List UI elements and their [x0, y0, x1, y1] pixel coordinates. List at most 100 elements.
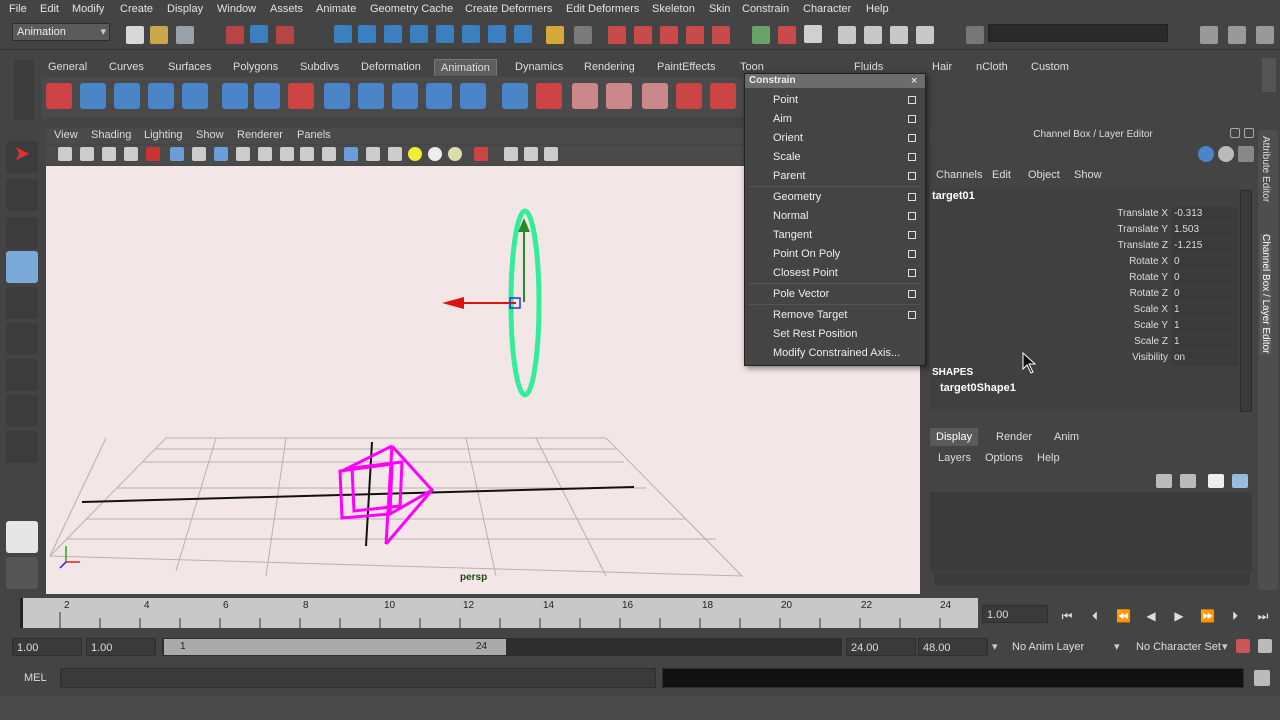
snap-point-icon[interactable]	[660, 26, 678, 44]
xray-icon[interactable]	[504, 147, 518, 161]
menu-item-closest-point[interactable]: Closest Point	[773, 267, 838, 279]
menu-item-set-rest-position[interactable]: Set Rest Position	[773, 328, 857, 340]
single-perspective-layout-icon[interactable]	[6, 521, 38, 553]
face-icon[interactable]	[606, 83, 632, 109]
head-icon[interactable]	[642, 83, 668, 109]
go-to-start-icon[interactable]: ⏮	[1060, 609, 1074, 623]
command-input[interactable]	[60, 668, 656, 688]
menu-file[interactable]: File	[9, 3, 27, 15]
close-panel-icon[interactable]	[1244, 128, 1254, 138]
shelf-tab-surfaces[interactable]: Surfaces	[168, 59, 211, 76]
viewport-menu-shading[interactable]: Shading	[91, 129, 131, 141]
menu-item-modify-constrained-axis[interactable]: Modify Constrained Axis...	[773, 347, 900, 359]
menu-item-scale[interactable]: Scale	[773, 151, 801, 163]
attr-rotate-y-value[interactable]: 0	[1172, 271, 1238, 286]
option-box-icon[interactable]	[908, 231, 916, 239]
wireframe-icon[interactable]	[322, 147, 336, 161]
insert-joint-icon[interactable]	[254, 83, 280, 109]
render-frame-icon[interactable]	[804, 25, 822, 43]
script-editor-icon[interactable]	[1254, 670, 1270, 686]
layer-menu-layers[interactable]: Layers	[938, 452, 971, 464]
universal-manipulator-icon[interactable]	[6, 359, 38, 391]
shelf-tab-deformation[interactable]: Deformation	[361, 59, 421, 76]
channel-menu-object[interactable]: Object	[1028, 169, 1060, 181]
step-forward-key-icon[interactable]: ⏵	[1228, 609, 1242, 623]
menu-item-geometry[interactable]: Geometry	[773, 191, 821, 203]
viewport-menu-panels[interactable]: Panels	[297, 129, 331, 141]
use-all-lights-icon[interactable]	[428, 147, 442, 161]
ik-spline-icon[interactable]	[114, 83, 140, 109]
joint-icon[interactable]	[222, 83, 248, 109]
attr-scale-x-value[interactable]: 1	[1172, 303, 1238, 318]
step-back-frame-icon[interactable]: ⏪	[1116, 609, 1131, 623]
shelf-tab-general[interactable]: General	[48, 59, 87, 76]
viewport-menu-renderer[interactable]: Renderer	[237, 129, 283, 141]
play-backwards-icon[interactable]: ◀	[1144, 609, 1158, 623]
select-component-icon[interactable]	[276, 26, 294, 44]
float-panel-icon[interactable]	[1230, 128, 1240, 138]
ik-handle-icon[interactable]	[80, 83, 106, 109]
playback-end-field[interactable]: 24.00	[846, 638, 916, 656]
shelf-tab-rendering[interactable]: Rendering	[584, 59, 635, 76]
new-layer-icon[interactable]	[1208, 474, 1224, 488]
snap-view-plane-icon[interactable]	[686, 26, 704, 44]
menu-edit[interactable]: Edit	[40, 3, 59, 15]
resolution-gate-icon[interactable]	[214, 147, 228, 161]
shelf-tab-animation[interactable]: Animation	[434, 59, 497, 76]
move-layer-down-icon[interactable]	[1180, 474, 1196, 488]
attr-rotate-z-value[interactable]: 0	[1172, 287, 1238, 302]
attr-translate-x-label[interactable]: Translate X	[1117, 208, 1168, 219]
viewport-menu-lighting[interactable]: Lighting	[144, 129, 183, 141]
play-forwards-icon[interactable]: ▶	[1172, 609, 1186, 623]
paint-weights-icon[interactable]	[426, 83, 452, 109]
step-back-key-icon[interactable]: ⏴	[1088, 609, 1102, 623]
xray-joints-icon[interactable]	[524, 147, 538, 161]
menu-constrain[interactable]: Constrain	[742, 3, 789, 15]
side-tab-channel-box[interactable]: Channel Box / Layer Editor	[1260, 234, 1271, 354]
shelf-tab-custom[interactable]: Custom	[1031, 59, 1069, 76]
viewport-menu-view[interactable]: View	[54, 129, 78, 141]
show-channel-box-icon[interactable]	[1200, 26, 1218, 44]
auto-key-icon[interactable]	[1236, 639, 1250, 653]
move-tool-icon[interactable]	[6, 251, 38, 283]
hypershade-icon[interactable]	[916, 26, 934, 44]
input-mode-icon[interactable]	[966, 26, 984, 44]
option-box-icon[interactable]	[908, 134, 916, 142]
select-object-icon[interactable]	[250, 25, 268, 43]
attr-rotate-z-label[interactable]: Rotate Z	[1130, 288, 1168, 299]
pyramid-control-curve[interactable]	[338, 444, 434, 545]
quick-selection-field[interactable]	[988, 24, 1168, 42]
select-by-rendering-icon[interactable]	[488, 25, 506, 43]
option-box-icon[interactable]	[908, 250, 916, 258]
isolate-select-icon[interactable]	[474, 147, 488, 161]
anim-layer-dropdown[interactable]: No Anim Layer	[1008, 638, 1128, 656]
save-scene-icon[interactable]	[176, 26, 194, 44]
snap-grid-icon[interactable]	[608, 26, 626, 44]
shelf-tab-polygons[interactable]: Polygons	[233, 59, 278, 76]
show-manipulator-icon[interactable]	[6, 431, 38, 463]
move-layer-up-icon[interactable]	[1156, 474, 1172, 488]
paint-select-tool-icon[interactable]	[6, 217, 38, 249]
shelf-tab-subdivs[interactable]: Subdivs	[300, 59, 339, 76]
open-scene-icon[interactable]	[150, 26, 168, 44]
chevron-down-icon[interactable]: ▾	[1222, 640, 1228, 653]
chevron-down-icon[interactable]: ▾	[1114, 640, 1120, 653]
orient-joint-icon[interactable]	[358, 83, 384, 109]
blend-shape-icon[interactable]	[572, 83, 598, 109]
layer-tab-anim[interactable]: Anim	[1048, 428, 1085, 446]
menu-item-tangent[interactable]: Tangent	[773, 229, 812, 241]
remove-joint-icon[interactable]	[288, 83, 314, 109]
character-icon[interactable]	[182, 83, 208, 109]
menu-item-pole-vector[interactable]: Pole Vector	[773, 288, 829, 300]
range-slider-handle[interactable]: 1 24	[164, 639, 506, 655]
time-slider[interactable]: 2 4 6 8 10 12 14 16 18 20 22 24	[20, 598, 978, 628]
option-box-icon[interactable]	[908, 311, 916, 319]
attr-scale-y-value[interactable]: 1	[1172, 319, 1238, 334]
option-box-icon[interactable]	[908, 115, 916, 123]
render-settings-icon[interactable]	[890, 26, 908, 44]
option-box-icon[interactable]	[908, 153, 916, 161]
select-by-misc-icon[interactable]	[514, 25, 532, 43]
option-box-icon[interactable]	[908, 212, 916, 220]
shelf-tab-ncloth[interactable]: nCloth	[976, 59, 1008, 76]
menu-modify[interactable]: Modify	[72, 3, 104, 15]
